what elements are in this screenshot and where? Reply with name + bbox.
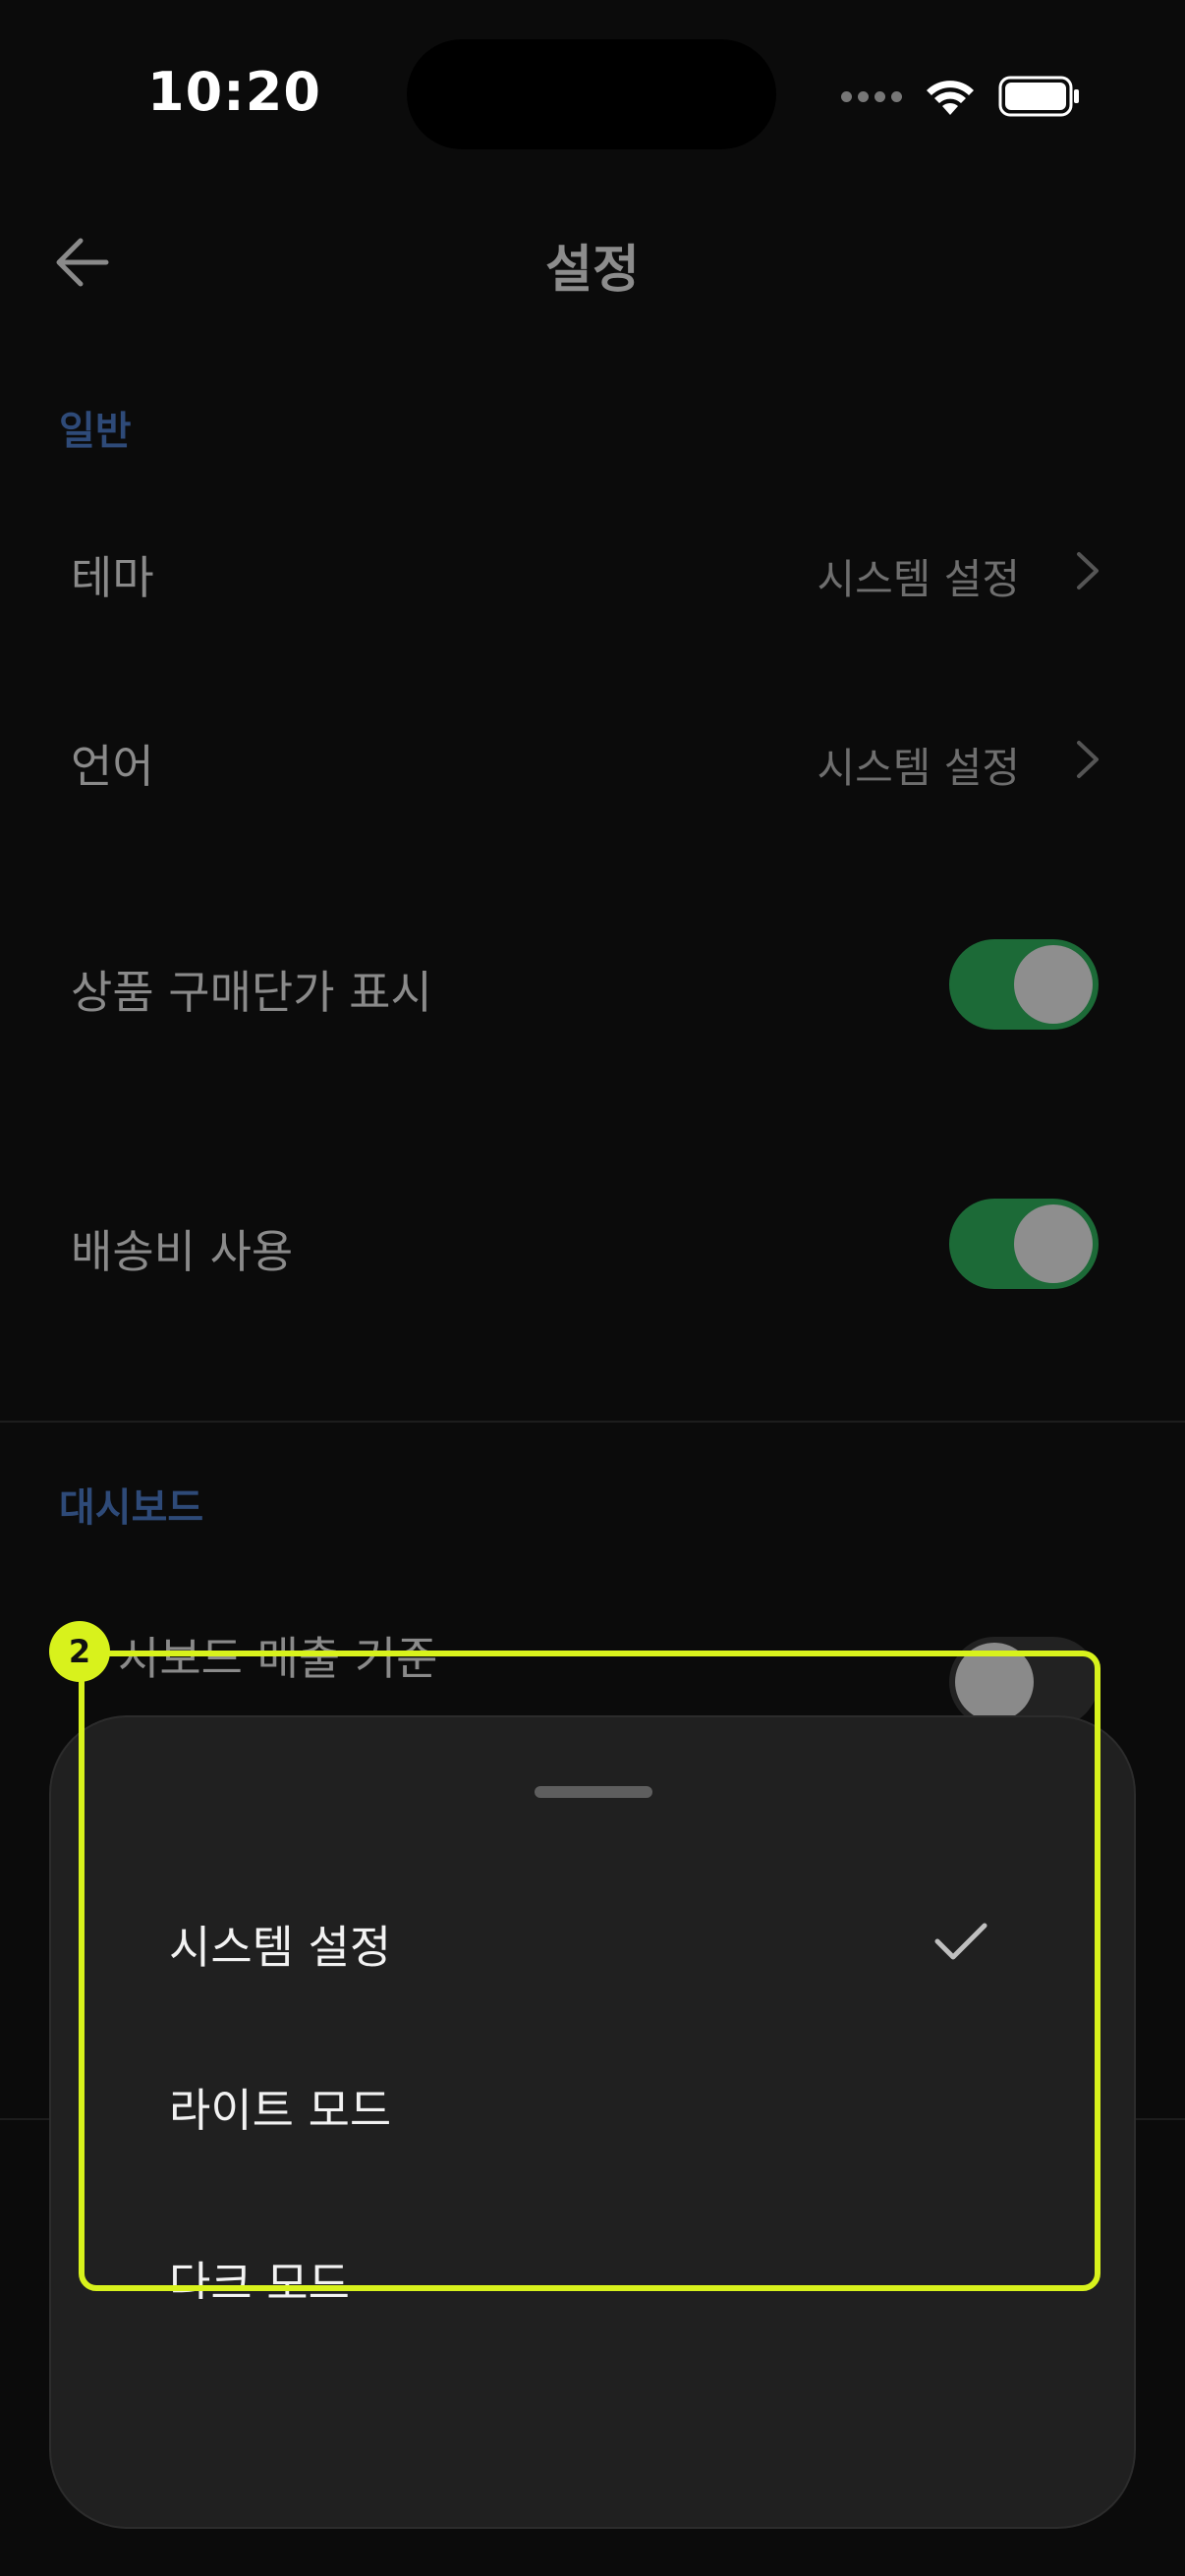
purchase-price-toggle[interactable] — [949, 939, 1099, 1030]
status-indicators — [841, 69, 1081, 124]
section-label-dashboard: 대시보드 — [59, 1485, 204, 1531]
theme-label: 테마 — [71, 551, 154, 604]
toggle-knob — [1014, 1204, 1093, 1283]
annotation-badge: 2 — [49, 1621, 110, 1682]
dynamic-island — [407, 39, 776, 149]
language-label: 언어 — [71, 740, 154, 793]
shipping-fee-label: 배송비 사용 — [71, 1225, 294, 1278]
purchase-price-label: 상품 구매단가 표시 — [71, 966, 432, 1019]
theme-value: 시스템 설정 — [817, 555, 1020, 603]
wifi-icon — [927, 81, 974, 115]
section-divider — [0, 1421, 1185, 1423]
battery-icon — [998, 76, 1079, 117]
chevron-right-icon — [1077, 741, 1099, 778]
toggle-knob — [1014, 945, 1093, 1024]
settings-screen: 10:20 설정 일반 테마 시스템 설정 언어 시스템 설정 상품 구매단가 … — [0, 0, 1185, 2576]
status-time: 10:20 — [147, 61, 321, 123]
annotation-highlight-box — [79, 1651, 1100, 2291]
cellular-signal-icon — [841, 90, 902, 102]
chevron-right-icon — [1077, 552, 1099, 589]
page-title: 설정 — [545, 241, 640, 300]
shipping-fee-toggle[interactable] — [949, 1199, 1099, 1289]
language-value: 시스템 설정 — [817, 744, 1020, 792]
section-label-general: 일반 — [59, 409, 132, 454]
